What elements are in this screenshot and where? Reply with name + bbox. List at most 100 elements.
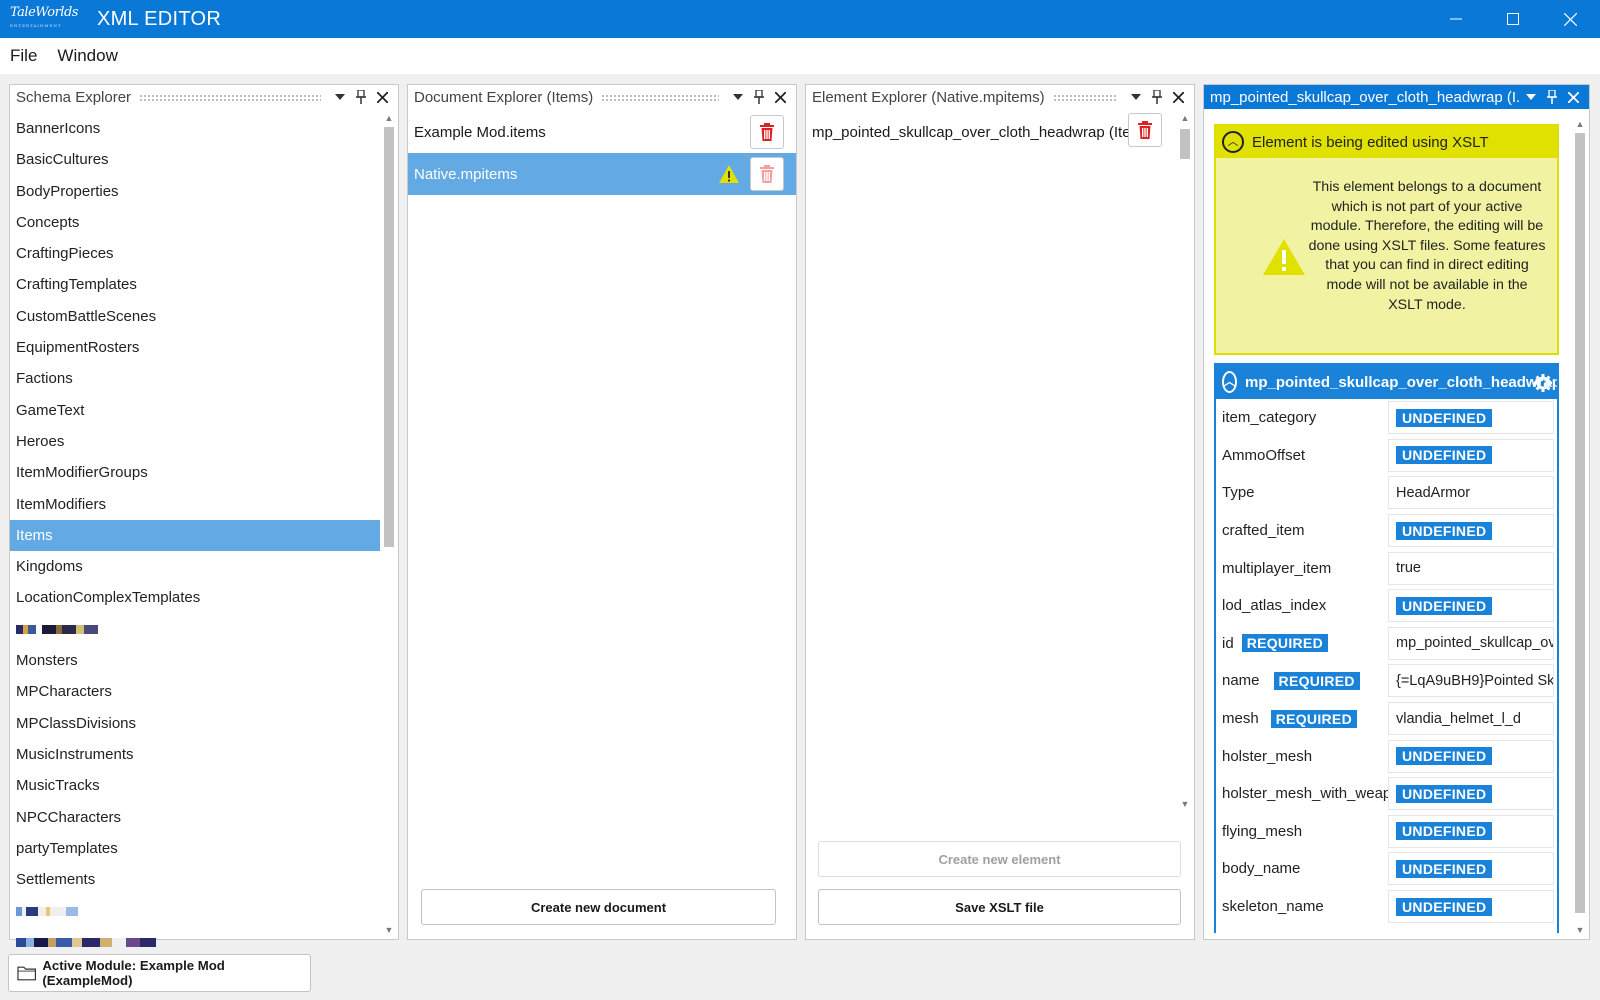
- schema-item-basiccultures[interactable]: BasicCultures: [10, 144, 380, 175]
- schema-item-mpclassdivisions[interactable]: MPClassDivisions: [10, 708, 380, 739]
- scroll-up-icon[interactable]: ▲: [1574, 119, 1586, 129]
- attr-row-item-category: item_category UNDEFINED: [1216, 399, 1557, 437]
- attr-value-lod-atlas-index[interactable]: UNDEFINED: [1388, 589, 1554, 623]
- schema-item-equipmentrosters[interactable]: EquipmentRosters: [10, 332, 380, 363]
- editor-scrollbar[interactable]: ▲ ▼: [1572, 119, 1588, 935]
- attr-value-holster-mesh[interactable]: UNDEFINED: [1388, 739, 1554, 773]
- collapse-icon[interactable]: ︿: [1222, 371, 1237, 393]
- schema-item-factions[interactable]: Factions: [10, 363, 380, 394]
- attr-value-name[interactable]: {=LqA9uBH9}Pointed Skullcap over Cloth H…: [1388, 664, 1554, 698]
- delete-document-button-disabled[interactable]: [750, 157, 784, 191]
- schema-item-settlements[interactable]: Settlements: [10, 864, 380, 895]
- schema-item-npccharacters[interactable]: NPCCharacters: [10, 802, 380, 833]
- element-editor-header: mp_pointed_skullcap_over_cloth_headwrap …: [1204, 85, 1589, 109]
- schema-item-musictracks[interactable]: MusicTracks: [10, 770, 380, 801]
- attr-value-flying-mesh[interactable]: UNDEFINED: [1388, 814, 1554, 848]
- pin-icon[interactable]: [1147, 87, 1167, 107]
- attr-value-skeleton-name[interactable]: UNDEFINED: [1388, 890, 1554, 924]
- schema-scrollbar[interactable]: ▲ ▼: [381, 113, 397, 935]
- schema-item-items[interactable]: Items: [10, 519, 380, 552]
- gear-icon[interactable]: [1534, 374, 1552, 392]
- attr-value-body-name[interactable]: UNDEFINED: [1388, 852, 1554, 886]
- scroll-up-icon[interactable]: ▲: [1179, 113, 1191, 123]
- schema-item-craftingpieces[interactable]: CraftingPieces: [10, 238, 380, 269]
- scroll-thumb[interactable]: [384, 127, 394, 547]
- schema-item-craftingtemplates[interactable]: CraftingTemplates: [10, 269, 380, 300]
- element-attributes-header[interactable]: ︿ mp_pointed_skullcap_over_cloth_headwra…: [1216, 365, 1557, 399]
- schema-item-locationcomplextemplates[interactable]: LocationComplexTemplates: [10, 582, 380, 613]
- scroll-down-icon[interactable]: ▼: [383, 925, 395, 935]
- schema-item-heroes[interactable]: Heroes: [10, 426, 380, 457]
- xslt-notice-header[interactable]: ︿ Element is being edited using XSLT: [1216, 126, 1557, 158]
- menu-window[interactable]: Window: [47, 46, 127, 66]
- attr-value-crafted-item[interactable]: UNDEFINED: [1388, 514, 1554, 548]
- element-row[interactable]: mp_pointed_skullcap_over_cloth_headwrap …: [806, 111, 1176, 153]
- scroll-thumb[interactable]: [1180, 129, 1190, 159]
- maximize-button[interactable]: [1485, 0, 1541, 38]
- schema-item-partytemplates[interactable]: partyTemplates: [10, 833, 380, 864]
- attr-row-crafted-item: crafted_item UNDEFINED: [1216, 512, 1557, 550]
- schema-item-obscured[interactable]: [10, 895, 380, 926]
- drag-grip[interactable]: [1052, 93, 1117, 101]
- active-module-button[interactable]: Active Module: Example Mod (ExampleMod): [8, 954, 311, 992]
- schema-item-concepts[interactable]: Concepts: [10, 207, 380, 238]
- close-panel-icon[interactable]: [1563, 87, 1583, 107]
- schema-item-bannericons[interactable]: BannerIcons: [10, 113, 380, 144]
- collapse-icon[interactable]: ︿: [1222, 131, 1244, 153]
- pin-icon[interactable]: [749, 87, 769, 107]
- schema-item-itemmodifiers[interactable]: ItemModifiers: [10, 489, 380, 520]
- pin-icon[interactable]: [351, 87, 371, 107]
- warning-icon: [1263, 239, 1305, 275]
- schema-item-monsters[interactable]: Monsters: [10, 645, 380, 676]
- attr-value-multiplayer-item[interactable]: true: [1388, 551, 1554, 585]
- attr-label: name: [1222, 672, 1260, 690]
- schema-item-custombattlescenes[interactable]: CustomBattleScenes: [10, 301, 380, 332]
- menu-file[interactable]: File: [0, 46, 47, 66]
- schema-item-itemmodifiergroups[interactable]: ItemModifierGroups: [10, 457, 380, 488]
- attr-value-id[interactable]: mp_pointed_skullcap_over_cloth_headwrap: [1388, 626, 1554, 660]
- dropdown-icon[interactable]: [728, 87, 748, 107]
- undefined-badge: UNDEFINED: [1396, 408, 1493, 427]
- scroll-down-icon[interactable]: ▼: [1179, 799, 1191, 809]
- minimize-button[interactable]: [1428, 0, 1484, 38]
- element-scrollbar[interactable]: ▲ ▼: [1177, 113, 1193, 809]
- schema-item-kingdoms[interactable]: Kingdoms: [10, 551, 380, 582]
- scroll-thumb[interactable]: [1575, 133, 1585, 913]
- attr-value-ammooffset[interactable]: UNDEFINED: [1388, 438, 1554, 472]
- create-document-button[interactable]: Create new document: [421, 889, 776, 925]
- close-panel-icon[interactable]: [372, 87, 392, 107]
- dropdown-icon[interactable]: [330, 87, 350, 107]
- pin-icon[interactable]: [1542, 87, 1562, 107]
- close-window-button[interactable]: [1542, 0, 1598, 38]
- scroll-down-icon[interactable]: ▼: [1574, 925, 1586, 935]
- attr-value-item-category[interactable]: UNDEFINED: [1388, 401, 1554, 435]
- create-element-button[interactable]: Create new element: [818, 841, 1181, 877]
- required-badge: REQUIRED: [1241, 634, 1328, 653]
- document-row-example-mod[interactable]: Example Mod.items: [408, 111, 796, 153]
- scroll-up-icon[interactable]: ▲: [383, 113, 395, 123]
- drag-grip[interactable]: [139, 93, 321, 101]
- drag-grip[interactable]: [601, 93, 719, 101]
- attr-value-type[interactable]: HeadArmor: [1388, 476, 1554, 510]
- delete-document-button[interactable]: [750, 115, 784, 149]
- menu-bar: File Window: [0, 38, 1600, 74]
- attr-row-mesh: mesh REQUIRED vlandia_helmet_l_d: [1216, 700, 1557, 738]
- close-panel-icon[interactable]: [770, 87, 790, 107]
- dropdown-icon[interactable]: [1521, 87, 1541, 107]
- dropdown-icon[interactable]: [1126, 87, 1146, 107]
- attr-value-holster-mesh-with-weapon[interactable]: UNDEFINED: [1388, 777, 1554, 811]
- save-xslt-button[interactable]: Save XSLT file: [818, 889, 1181, 925]
- schema-item-musicinstruments[interactable]: MusicInstruments: [10, 739, 380, 770]
- schema-item-mpcharacters[interactable]: MPCharacters: [10, 676, 380, 707]
- attr-value-mesh[interactable]: vlandia_helmet_l_d: [1388, 702, 1554, 736]
- delete-element-button[interactable]: [1128, 113, 1162, 147]
- trash-icon: [1138, 121, 1152, 139]
- attr-label: AmmoOffset: [1222, 446, 1306, 464]
- schema-item-obscured[interactable]: [10, 614, 380, 645]
- pixelated-label: [16, 938, 156, 948]
- schema-item-bodyproperties[interactable]: BodyProperties: [10, 176, 380, 207]
- schema-item-gametext[interactable]: GameText: [10, 395, 380, 426]
- close-panel-icon[interactable]: [1168, 87, 1188, 107]
- attr-label-container: mesh REQUIRED: [1222, 709, 1357, 728]
- document-row-native-mpitems[interactable]: Native.mpitems: [408, 153, 796, 195]
